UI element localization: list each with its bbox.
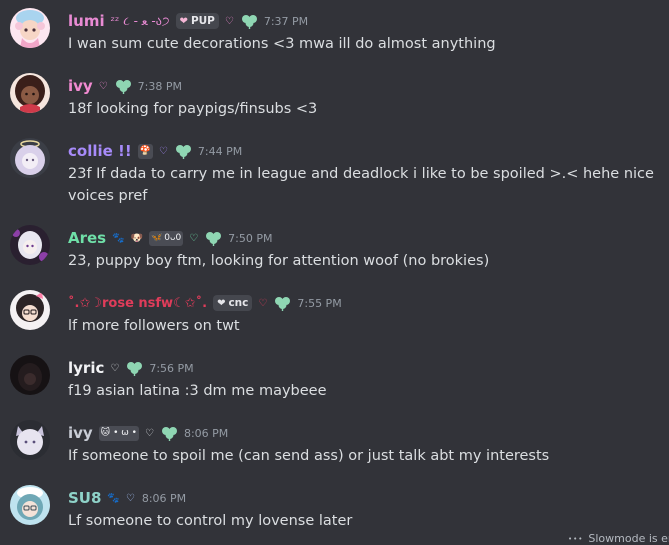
server-tag-chip[interactable]: 🦋 0ᴗ0 [149,230,184,246]
message-content: lf more followers on twt [68,318,240,334]
username[interactable]: lyric [68,359,104,377]
message-header: Ares 🐾 🐶 🦋 0ᴗ0 ♡ 7:50 PM [68,227,273,249]
avatar[interactable] [10,485,50,525]
clover-icon [205,230,222,246]
clover-icon [126,360,143,376]
slowmode-icon: ••• [568,534,584,543]
timestamp: 8:06 PM [183,426,229,440]
message-header: collie !! 🍄 ♡ 7:44 PM [68,140,242,162]
message-header: ˚.✩☽rose nsfw☾✩˚. ❤ cnc ♡ 7:55 PM [68,292,342,314]
paw-icon: 🐾 [107,492,120,504]
dog-icon: 🐶 [130,232,144,244]
paw-icon: 🐾 [112,232,125,244]
heart-icon: ♡ [125,492,135,504]
server-tag-label: cnc [228,297,249,309]
avatar[interactable] [10,355,50,395]
clover-icon [161,425,178,441]
message-content: If someone to spoil me (can send ass) or… [68,448,550,464]
avatar[interactable] [10,225,50,265]
timestamp: 7:55 PM [297,296,342,310]
heart-badge-icon: ❤ [179,15,188,27]
username[interactable]: ivy [68,77,93,95]
username[interactable]: lumi [68,12,105,30]
avatar[interactable] [10,290,50,330]
message-header: ivy ♡ 7:38 PM [68,75,182,97]
heart-icon: ♡ [98,80,108,92]
server-tag-label: 0ᴗ0 [164,233,182,243]
server-tag-chip[interactable]: 🐱 • ω • [98,425,139,441]
timestamp: 7:44 PM [197,144,243,158]
slowmode-text: Slowmode is ena [588,532,669,545]
avatar[interactable] [10,420,50,460]
mushroom-icon: 🍄 [139,146,151,156]
message-content: 23, puppy boy ftm, looking for attention… [68,253,490,269]
username[interactable]: collie !! [68,142,132,160]
timestamp: 7:38 PM [137,79,182,93]
chat-message-list: lumi ᶻᶻ ૮ - ﻌ -ა੭ ❤ PUP ♡ 7:37 PM I wan s… [0,0,669,545]
server-tag-chip[interactable]: ❤ PUP [175,13,219,29]
heart-icon: ♡ [258,297,268,309]
slowmode-indicator: ••• Slowmode is ena [568,532,669,545]
username[interactable]: ivy [68,424,93,442]
message-header: SU8 🐾 ♡ 8:06 PM [68,487,186,509]
server-tag-label: • ω • [113,428,137,438]
message-header: ivy 🐱 • ω • ♡ 8:06 PM [68,422,228,444]
clover-icon [274,295,291,311]
username[interactable]: SU8 [68,489,101,507]
cat-icon: 🐱 [100,428,111,438]
message-content: 23f If dada to carry me in league and de… [68,166,654,204]
username[interactable]: Ares [68,229,106,247]
message-content: Lf someone to control my lovense later [68,513,353,529]
heart-icon: ♡ [110,362,120,374]
server-tag-chip[interactable]: ❤ cnc [213,295,253,311]
timestamp: 7:56 PM [149,361,194,375]
message-header: lyric ♡ 7:56 PM [68,357,194,379]
server-tag-label: PUP [190,15,215,27]
heart-icon: ♡ [144,427,154,439]
avatar[interactable] [10,138,50,178]
clover-icon [241,13,258,29]
heart-icon: ♡ [224,15,234,27]
message-content: f19 asian latina :3 dm me maybeee [68,383,327,399]
user-tag-text: ᶻᶻ ૮ - ﻌ -ა੭ [110,13,170,28]
avatar[interactable] [10,8,50,48]
message-content: I wan sum cute decorations <3 mwa ill do… [68,36,496,52]
message-header: lumi ᶻᶻ ૮ - ﻌ -ა੭ ❤ PUP ♡ 7:37 PM [68,10,308,32]
butterfly-icon: 🦋 [151,233,163,243]
server-tag-chip[interactable]: 🍄 [137,143,153,159]
heart-icon: ♡ [189,232,199,244]
heart-icon: ♡ [158,145,168,157]
avatar[interactable] [10,73,50,113]
timestamp: 8:06 PM [141,491,187,505]
username[interactable]: ˚.✩☽rose nsfw☾✩˚. [68,296,207,311]
clover-icon [175,143,192,159]
clover-icon [115,78,132,94]
message-content: 18f looking for paypigs/finsubs <3 [68,101,318,117]
timestamp: 7:37 PM [263,14,309,28]
heart-badge-icon: ❤ [217,297,226,309]
timestamp: 7:50 PM [228,231,273,245]
